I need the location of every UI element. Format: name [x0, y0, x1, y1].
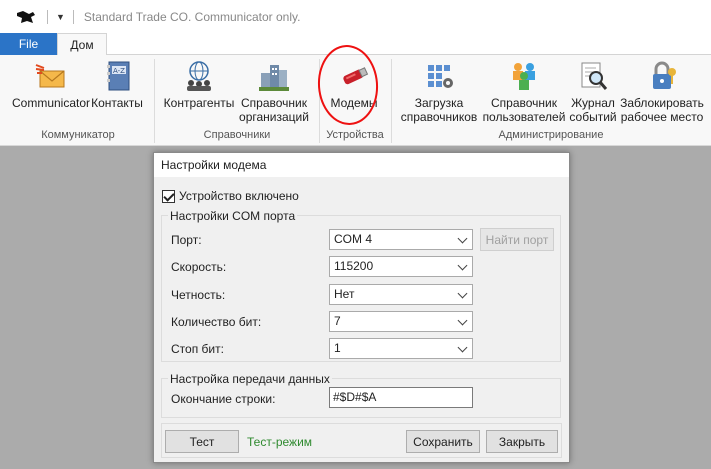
stop-bits-select[interactable]: 1	[329, 338, 473, 359]
org-directory-label-2: организаций	[239, 110, 309, 124]
parity-value: Нет	[334, 287, 355, 301]
magnifier-doc-icon	[576, 59, 610, 93]
communicator-button[interactable]: Communicator	[12, 59, 90, 110]
group-label-communicator: Коммуникатор	[41, 129, 115, 141]
tab-file[interactable]: File	[0, 33, 57, 55]
modem-settings-dialog: Настройки модема Устройство включено Нас…	[153, 152, 570, 463]
load-directories-button[interactable]: Загрузка справочников	[398, 59, 480, 124]
bits-value: 7	[334, 314, 341, 328]
counterparties-button[interactable]: Контрагенты	[162, 59, 236, 110]
users-directory-button[interactable]: Справочник пользователей	[482, 59, 566, 124]
device-enabled-label: Устройство включено	[179, 189, 299, 203]
title-bar: ▼ Standard Trade CO. Communicator only.	[0, 0, 711, 33]
stop-bits-label: Стоп бит:	[171, 342, 224, 356]
find-port-button[interactable]: Найти порт	[480, 228, 554, 251]
buildings-icon	[257, 59, 291, 93]
event-log-label-1: Журнал	[571, 96, 615, 110]
grid-gear-icon	[422, 59, 456, 93]
load-directories-label-2: справочников	[400, 110, 478, 124]
lock-icon	[645, 59, 679, 93]
communicator-label: Communicator	[12, 96, 91, 110]
group-label-devices: Устройства	[326, 129, 384, 141]
contacts-button[interactable]: A-Z Контакты	[90, 59, 144, 110]
users-directory-label-2: пользователей	[482, 110, 566, 124]
save-button[interactable]: Сохранить	[406, 430, 480, 453]
bits-select[interactable]: 7	[329, 311, 473, 332]
port-value: COM 4	[334, 232, 373, 246]
test-button[interactable]: Тест	[165, 430, 239, 453]
event-log-label-2: событий	[569, 110, 617, 124]
envelope-icon	[34, 59, 68, 93]
counterparties-label: Контрагенты	[163, 96, 235, 110]
parity-select[interactable]: Нет	[329, 284, 473, 305]
titlebar-separator	[72, 9, 74, 24]
org-directory-label-1: Справочник	[241, 96, 307, 110]
port-select[interactable]: COM 4	[329, 229, 473, 250]
dialog-title: Настройки модема	[154, 153, 569, 177]
users-icon	[507, 59, 541, 93]
group-label-directories: Справочники	[203, 129, 271, 141]
chevron-down-icon	[457, 288, 468, 299]
load-directories-label-1: Загрузка	[414, 96, 464, 110]
lock-workstation-label-1: Заблокировать	[620, 96, 704, 110]
svg-text:A-Z: A-Z	[113, 67, 125, 75]
test-mode-status: Тест-режим	[247, 435, 313, 449]
chevron-down-icon	[457, 260, 468, 271]
device-enabled-checkbox[interactable]	[162, 189, 175, 203]
window-title: Standard Trade CO. Communicator only.	[83, 9, 301, 24]
com-port-legend: Настройки COM порта	[168, 209, 298, 223]
speed-select[interactable]: 115200	[329, 256, 473, 277]
stop-bits-value: 1	[334, 341, 341, 355]
bits-label: Количество бит:	[171, 315, 262, 329]
lock-workstation-label-2: рабочее место	[620, 110, 704, 124]
lock-workstation-button[interactable]: Заблокировать рабочее место	[618, 59, 706, 124]
eol-input[interactable]: #$D#$A	[329, 387, 473, 408]
group-label-administration: Администрирование	[498, 129, 604, 141]
group-separator	[154, 59, 155, 143]
titlebar-separator	[47, 9, 48, 24]
eol-label: Окончание строки:	[171, 392, 276, 406]
device-enabled-row[interactable]: Устройство включено	[162, 189, 299, 203]
chevron-down-icon	[457, 342, 468, 353]
globe-people-icon	[182, 59, 216, 93]
data-transfer-legend: Настройка передачи данных	[168, 372, 332, 386]
app-logo-icon[interactable]	[15, 9, 37, 25]
event-log-button[interactable]: Журнал событий	[568, 59, 618, 124]
chevron-down-icon	[457, 315, 468, 326]
chevron-down-icon	[457, 233, 468, 244]
close-button[interactable]: Закрыть	[486, 430, 558, 453]
address-book-icon: A-Z	[100, 59, 134, 93]
users-directory-label-1: Справочник	[491, 96, 557, 110]
port-label: Порт:	[171, 233, 202, 247]
contacts-label: Контакты	[91, 96, 143, 110]
org-directory-button[interactable]: Справочник организаций	[236, 59, 312, 124]
speed-label: Скорость:	[171, 260, 227, 274]
quick-access-dropdown-icon[interactable]: ▼	[56, 12, 65, 22]
speed-value: 115200	[334, 259, 374, 273]
parity-label: Четность:	[171, 288, 226, 302]
tab-home[interactable]: Дом	[57, 33, 107, 56]
